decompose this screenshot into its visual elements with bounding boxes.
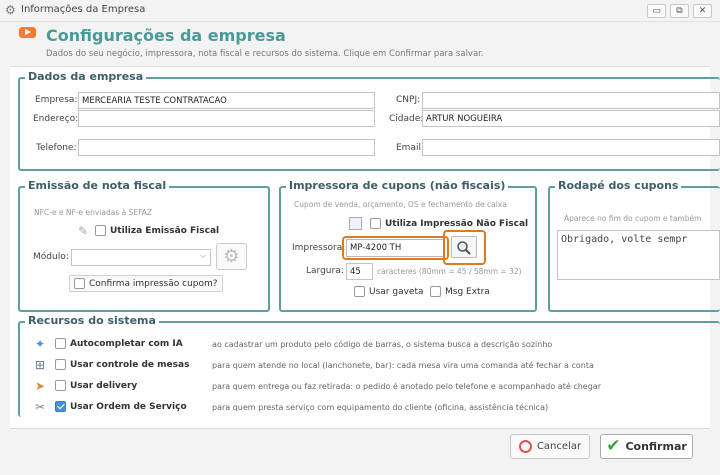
checkbox-box[interactable] bbox=[74, 278, 85, 289]
title-bar: ⚙ Informações da Empresa ▭ ⧉ ✕ bbox=[0, 0, 720, 22]
checkbox-box[interactable] bbox=[430, 286, 441, 297]
recurso-desc: para quem presta serviço com equipamento… bbox=[212, 403, 549, 412]
cidade-input[interactable]: ARTUR NOGUEIRA bbox=[422, 110, 720, 127]
minimize-button[interactable]: ▭ bbox=[647, 4, 666, 18]
recurso-desc: para quem atende no local (lanchonete, b… bbox=[212, 361, 594, 370]
recurso-autocompletar[interactable]: Autocompletar com IA bbox=[55, 338, 183, 349]
modulo-label: Módulo: bbox=[33, 252, 69, 262]
close-button[interactable]: ✕ bbox=[693, 4, 712, 18]
confirm-label: Confirmar bbox=[625, 440, 687, 453]
confirm-button[interactable]: ✔ Confirmar bbox=[600, 434, 693, 459]
recurso-desc: ao cadastrar um produto pelo código de b… bbox=[212, 340, 553, 349]
largura-label: Largura: bbox=[306, 266, 344, 276]
largura-hint: caracteres (80mm = 45 / 58mm = 32) bbox=[377, 267, 522, 276]
recurso-label: Usar Ordem de Serviço bbox=[70, 401, 187, 412]
rodape-hint: Aparece no fim do cupom e também bbox=[564, 214, 702, 223]
restore-button[interactable]: ⧉ bbox=[670, 4, 689, 18]
checkbox-label: Usar gaveta bbox=[369, 286, 424, 297]
rodape-textarea[interactable]: Obrigado, volte sempr bbox=[557, 230, 720, 280]
msg-extra-checkbox[interactable]: Msg Extra bbox=[430, 286, 490, 297]
group-legend: Rodapé dos cupons bbox=[555, 179, 682, 192]
recurso-label: Usar controle de mesas bbox=[70, 359, 190, 370]
usar-gaveta-checkbox[interactable]: Usar gaveta bbox=[354, 286, 424, 297]
impressora-label: Impressora: bbox=[292, 243, 346, 253]
recurso-label: Autocompletar com IA bbox=[70, 338, 183, 349]
email-label: Email: bbox=[396, 143, 425, 153]
nota-hint: NFC-e e NF-e enviadas à SEFAZ bbox=[34, 208, 153, 217]
empresa-input[interactable]: MERCEARIA TESTE CONTRATACAO bbox=[78, 92, 375, 109]
gear-icon: ⚙ bbox=[5, 3, 16, 17]
checkbox-box[interactable] bbox=[55, 380, 66, 391]
cancel-label: Cancelar bbox=[536, 441, 582, 452]
checkbox-label: Confirma impressão cupom? bbox=[89, 278, 218, 289]
page-subtitle: Dados do seu negócio, impressora, nota f… bbox=[46, 49, 484, 59]
page-title: Configurações da empresa bbox=[46, 26, 286, 45]
utiliza-impressao-checkbox[interactable]: Utiliza Impressão Não Fiscal bbox=[370, 218, 528, 229]
table-icon: ⊞ bbox=[34, 358, 46, 372]
checkbox-box[interactable] bbox=[95, 225, 106, 236]
gear-settings-button[interactable]: ⚙ bbox=[216, 243, 247, 270]
checkbox-box[interactable] bbox=[370, 218, 381, 229]
document-icon: ✎ bbox=[77, 224, 89, 238]
endereco-label: Endereço: bbox=[33, 114, 79, 124]
checkbox-label: Utiliza Emissão Fiscal bbox=[110, 225, 220, 236]
tools-icon: ✂ bbox=[34, 400, 46, 414]
email-input[interactable] bbox=[422, 139, 720, 156]
endereco-input[interactable] bbox=[78, 110, 375, 127]
modulo-select[interactable] bbox=[71, 249, 211, 266]
checkbox-box[interactable] bbox=[55, 359, 66, 370]
group-legend: Emissão de nota fiscal bbox=[25, 179, 170, 192]
impressora-hint: Cupom de venda, orçamento, OS e fechamen… bbox=[294, 200, 507, 209]
empresa-label: Empresa: bbox=[35, 95, 78, 105]
telefone-input[interactable] bbox=[78, 139, 375, 156]
confirma-impressao-checkbox[interactable]: Confirma impressão cupom? bbox=[69, 275, 223, 292]
search-printer-button[interactable] bbox=[451, 236, 477, 258]
telefone-label: Telefone: bbox=[36, 143, 77, 153]
cidade-label: Cidade: bbox=[389, 114, 424, 124]
recurso-label: Usar delivery bbox=[70, 380, 138, 391]
delivery-icon: ➤ bbox=[34, 379, 46, 393]
impressora-input[interactable]: MP-4200 TH bbox=[346, 239, 445, 257]
check-icon: ✔ bbox=[606, 436, 621, 456]
largura-input[interactable]: 45 bbox=[346, 263, 373, 280]
recurso-mesas[interactable]: Usar controle de mesas bbox=[55, 359, 189, 370]
group-legend: Recursos do sistema bbox=[25, 314, 159, 327]
gear-icon: ⚙ bbox=[223, 246, 240, 267]
sparkle-icon: ✦ bbox=[34, 337, 46, 351]
cnpj-label: CNPJ: bbox=[396, 95, 421, 105]
search-icon bbox=[457, 241, 471, 255]
checkbox-box[interactable] bbox=[55, 401, 66, 412]
footer-divider bbox=[10, 428, 710, 429]
play-icon bbox=[19, 27, 36, 38]
printer-icon bbox=[349, 217, 362, 230]
cnpj-input[interactable] bbox=[422, 92, 720, 109]
chevron-down-icon[interactable]: ⌵ bbox=[200, 251, 206, 261]
checkbox-box[interactable] bbox=[55, 338, 66, 349]
cancel-button[interactable]: Cancelar bbox=[510, 434, 590, 459]
recurso-ordem-servico[interactable]: Usar Ordem de Serviço bbox=[55, 401, 187, 412]
group-legend: Dados da empresa bbox=[25, 70, 147, 83]
cancel-icon bbox=[518, 440, 532, 453]
checkbox-label: Msg Extra bbox=[445, 286, 490, 297]
recurso-desc: para quem entrega ou faz retirada: o ped… bbox=[212, 382, 601, 391]
checkbox-box[interactable] bbox=[354, 286, 365, 297]
recurso-delivery[interactable]: Usar delivery bbox=[55, 380, 137, 391]
checkbox-label: Utiliza Impressão Não Fiscal bbox=[385, 218, 529, 229]
window-title: Informações da Empresa bbox=[21, 4, 146, 15]
group-legend: Impressora de cupons (não fiscais) bbox=[286, 179, 509, 192]
utiliza-emissao-checkbox[interactable]: Utiliza Emissão Fiscal bbox=[95, 225, 219, 236]
